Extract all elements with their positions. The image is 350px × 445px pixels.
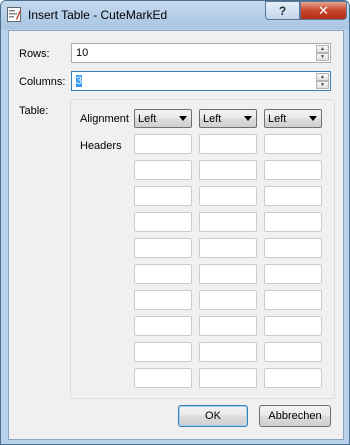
close-icon: ✕ bbox=[318, 2, 329, 18]
table-cell-input[interactable] bbox=[264, 290, 322, 310]
table-cell-input[interactable] bbox=[134, 368, 192, 388]
table-cell-input[interactable] bbox=[199, 264, 257, 284]
alignment-select-col-2[interactable]: Left bbox=[199, 109, 257, 128]
table-cell-input[interactable] bbox=[264, 212, 322, 232]
table-cell-input[interactable] bbox=[264, 264, 322, 284]
cancel-button[interactable]: Abbrechen bbox=[259, 405, 331, 427]
alignment-select-col-1[interactable]: Left bbox=[134, 109, 192, 128]
help-button[interactable]: ? bbox=[265, 1, 300, 20]
table-cell-input[interactable] bbox=[134, 238, 192, 258]
header-cell-input[interactable] bbox=[134, 134, 192, 154]
window-title: Insert Table - CuteMarkEd bbox=[28, 8, 168, 22]
table-cell-input[interactable] bbox=[199, 186, 257, 206]
table-editor: Alignment Headers Left Left Left bbox=[70, 99, 335, 399]
table-cell-input[interactable] bbox=[264, 160, 322, 180]
table-cell-input[interactable] bbox=[199, 342, 257, 362]
columns-spin-arrows[interactable]: ▲ ▼ bbox=[316, 73, 329, 89]
alignment-label: Alignment bbox=[80, 113, 129, 125]
table-label: Table: bbox=[19, 105, 49, 117]
insert-table-dialog: Insert Table - CuteMarkEd ? ✕ Rows: 10 ▲… bbox=[0, 0, 350, 445]
spin-up-icon[interactable]: ▲ bbox=[316, 45, 329, 53]
rows-label: Rows: bbox=[19, 48, 50, 60]
rows-spinbox[interactable]: 10 ▲ ▼ bbox=[71, 43, 331, 63]
table-cell-input[interactable] bbox=[264, 342, 322, 362]
table-cell-input[interactable] bbox=[134, 186, 192, 206]
table-cell-input[interactable] bbox=[199, 238, 257, 258]
headers-label: Headers bbox=[80, 140, 122, 152]
table-cell-input[interactable] bbox=[199, 368, 257, 388]
help-icon: ? bbox=[278, 3, 287, 18]
columns-label: Columns: bbox=[19, 76, 66, 88]
header-cell-input[interactable] bbox=[199, 134, 257, 154]
spin-up-icon[interactable]: ▲ bbox=[316, 73, 329, 81]
close-button[interactable]: ✕ bbox=[300, 1, 347, 20]
table-cell-input[interactable] bbox=[264, 368, 322, 388]
table-cell-input[interactable] bbox=[199, 290, 257, 310]
app-icon bbox=[7, 7, 21, 22]
chevron-down-icon bbox=[244, 116, 252, 121]
table-cell-input[interactable] bbox=[264, 186, 322, 206]
table-cell-input[interactable] bbox=[199, 212, 257, 232]
header-cell-input[interactable] bbox=[264, 134, 322, 154]
dialog-body: Rows: 10 ▲ ▼ Columns: 3 ▲ ▼ Table: Align… bbox=[8, 30, 344, 440]
table-cell-input[interactable] bbox=[264, 316, 322, 336]
spin-down-icon[interactable]: ▼ bbox=[316, 81, 329, 89]
title-bar[interactable]: Insert Table - CuteMarkEd ? ✕ bbox=[1, 1, 349, 29]
chevron-down-icon bbox=[309, 116, 317, 121]
alignment-select-col-3[interactable]: Left bbox=[264, 109, 322, 128]
table-cell-input[interactable] bbox=[264, 238, 322, 258]
table-cell-input[interactable] bbox=[134, 160, 192, 180]
columns-value[interactable]: 3 bbox=[76, 75, 83, 87]
table-cell-input[interactable] bbox=[134, 264, 192, 284]
table-cell-input[interactable] bbox=[134, 316, 192, 336]
ok-button[interactable]: OK bbox=[178, 405, 248, 427]
table-cell-input[interactable] bbox=[134, 342, 192, 362]
table-cell-input[interactable] bbox=[199, 316, 257, 336]
rows-value[interactable]: 10 bbox=[76, 47, 88, 59]
table-cell-input[interactable] bbox=[199, 160, 257, 180]
table-cell-input[interactable] bbox=[134, 212, 192, 232]
spin-down-icon[interactable]: ▼ bbox=[316, 53, 329, 61]
chevron-down-icon bbox=[179, 116, 187, 121]
columns-spinbox[interactable]: 3 ▲ ▼ bbox=[71, 71, 331, 91]
rows-spin-arrows[interactable]: ▲ ▼ bbox=[316, 45, 329, 61]
table-cell-input[interactable] bbox=[134, 290, 192, 310]
